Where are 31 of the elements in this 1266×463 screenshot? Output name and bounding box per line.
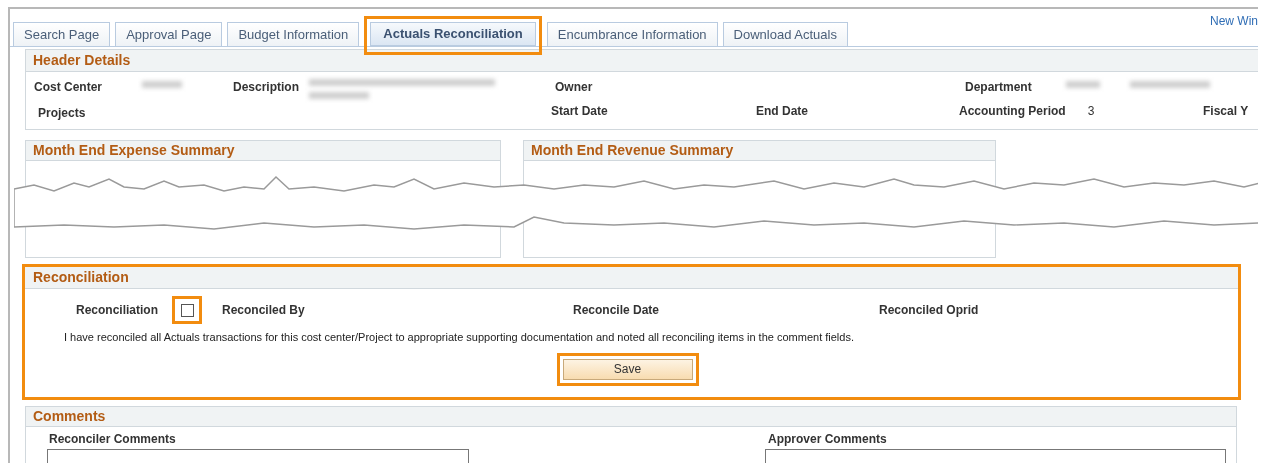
section-title: Comments <box>33 407 106 426</box>
field-label: Owner <box>555 79 593 96</box>
tab[interactable]: Budget Information <box>227 22 360 46</box>
field-value: 3 <box>1087 103 1095 120</box>
checkbox[interactable] <box>180 303 194 317</box>
save-button[interactable]: Save <box>562 358 693 380</box>
section-title: Header Details <box>33 51 131 70</box>
field-label: Accounting Period <box>959 103 1066 120</box>
field-label: Reconciled Oprid <box>879 302 979 319</box>
field-label: Department <box>965 79 1032 96</box>
field-label: Approver Comments <box>768 431 888 448</box>
field-label: Start Date <box>551 103 608 120</box>
field-label: Reconciled By <box>222 302 306 319</box>
field-label: Fiscal Y <box>1203 103 1249 120</box>
section-title: Month End Revenue Summary <box>531 141 734 160</box>
tab[interactable]: Actuals Reconciliation <box>370 22 536 46</box>
field-label: End Date <box>756 103 808 120</box>
field-label: Reconciliation <box>76 302 159 319</box>
section-title: Reconciliation <box>33 268 129 287</box>
tab[interactable]: Approval Page <box>115 22 223 46</box>
field-label: Description <box>233 79 299 96</box>
field-label: Reconciler Comments <box>49 431 177 448</box>
tab[interactable]: Encumbrance Information <box>546 22 718 46</box>
field-label: Projects <box>38 105 86 122</box>
tab[interactable]: Download Actuals <box>722 22 848 46</box>
section-title: Month End Expense Summary <box>33 141 235 160</box>
new-window-link[interactable]: New Win <box>1210 12 1258 30</box>
statement-text: I have reconciled all Actuals transactions for this cost center/Project to appropriate supporting documentation and noted all reconciling items in the comment fields. <box>64 330 855 345</box>
field-label: Reconcile Date <box>573 302 661 319</box>
tab[interactable]: Search Page <box>13 22 111 46</box>
field-label: Cost Center <box>34 79 102 96</box>
